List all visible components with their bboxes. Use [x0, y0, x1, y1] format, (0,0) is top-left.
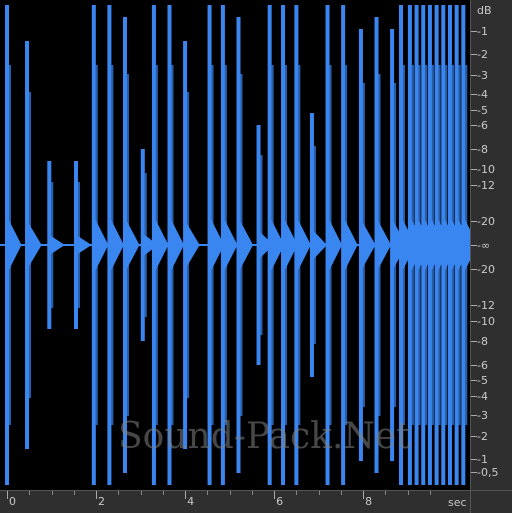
db-ruler[interactable]: dB -1 -2 -3 -4 -5 -6 -8 -10 -12 -20 -∞ -20 -12 -10 -8-…: [470, 0, 512, 490]
waveform-hit: [309, 113, 326, 377]
waveform-hit: [236, 17, 253, 473]
waveform-hit: [358, 29, 375, 461]
waveform-hit: [167, 5, 184, 485]
time-tick: [162, 491, 164, 495]
waveform-hit: [183, 41, 200, 449]
db-tick-label: -20: [477, 215, 495, 228]
time-tick: [207, 491, 209, 495]
time-tick: [318, 491, 320, 495]
time-ruler[interactable]: sec 0 2 4 6 8: [0, 490, 470, 513]
db-unit-label: dB: [477, 4, 492, 17]
waveform-hit: [341, 5, 358, 485]
watermark-text: Sound-Pack.Net: [118, 416, 411, 457]
time-tick: [385, 491, 387, 495]
db-tick-label: -12: [477, 178, 495, 192]
waveform-hit: [374, 17, 391, 473]
db-tick-label: -2: [477, 429, 488, 443]
db-tick-label: -2: [477, 48, 488, 62]
waveform-hit: [25, 41, 42, 449]
waveform-editor[interactable]: Sound-Pack.Net dB -1 -2 -3 -4 -5 -6 -8 -10 -12 -2…: [0, 0, 512, 513]
db-tick-label: -∞: [477, 239, 491, 252]
waveform-hit: [151, 5, 168, 485]
time-tick: [296, 491, 298, 495]
db-tick-label: -1: [477, 25, 488, 39]
time-tick: [73, 491, 75, 495]
time-tick-label: 4: [187, 495, 195, 508]
time-tick-label: 6: [276, 495, 284, 508]
time-tick-label: 8: [365, 495, 373, 508]
time-tick: [140, 491, 142, 495]
db-tick-label: -8: [477, 334, 488, 348]
db-tick-label: -8: [477, 143, 488, 157]
time-tick: [274, 491, 276, 499]
time-tick: [229, 491, 231, 495]
db-tick-label: -10: [477, 163, 495, 177]
waveform-hit: [74, 161, 91, 329]
waveform-hit: [5, 5, 21, 485]
time-tick: [185, 491, 187, 499]
waveform-hit: [325, 5, 342, 485]
time-tick: [340, 491, 342, 495]
db-tick-label: -12: [477, 299, 495, 313]
time-tick: [51, 491, 53, 495]
time-tick: [429, 491, 431, 495]
db-tick-label: -20: [477, 263, 495, 276]
waveform-hit: [107, 5, 124, 485]
time-tick: [7, 491, 8, 499]
db-tick-label: -4: [477, 390, 488, 404]
time-tick: [251, 491, 253, 495]
db-tick-label: -6: [477, 359, 488, 373]
waveform-hit: [461, 5, 470, 485]
waveform-hit: [47, 161, 64, 329]
db-tick-label: -5: [477, 373, 488, 387]
time-tick: [118, 491, 120, 495]
waveform-hit: [220, 5, 237, 485]
time-unit-label: sec: [448, 496, 467, 509]
db-tick-label: -3: [477, 69, 488, 83]
waveform-hit: [294, 5, 311, 485]
time-tick: [29, 491, 31, 495]
db-tick-label: -3: [477, 408, 488, 422]
time-tick: [407, 491, 409, 495]
db-tick-label: -1: [477, 452, 488, 466]
time-tick: [363, 491, 365, 499]
time-tick-label: 2: [98, 495, 106, 508]
db-tick-label: -6: [477, 118, 488, 132]
time-tick: [96, 491, 98, 499]
db-tick-label: -10: [477, 314, 495, 328]
db-tick-label: -4: [477, 87, 488, 101]
db-tick-label: -0,5: [477, 465, 499, 479]
ruler-corner: [470, 490, 512, 513]
time-tick-label: 0: [9, 495, 16, 508]
waveform-hit: [91, 5, 108, 485]
waveform-hit: [122, 17, 139, 473]
db-tick-label: -5: [477, 104, 488, 118]
